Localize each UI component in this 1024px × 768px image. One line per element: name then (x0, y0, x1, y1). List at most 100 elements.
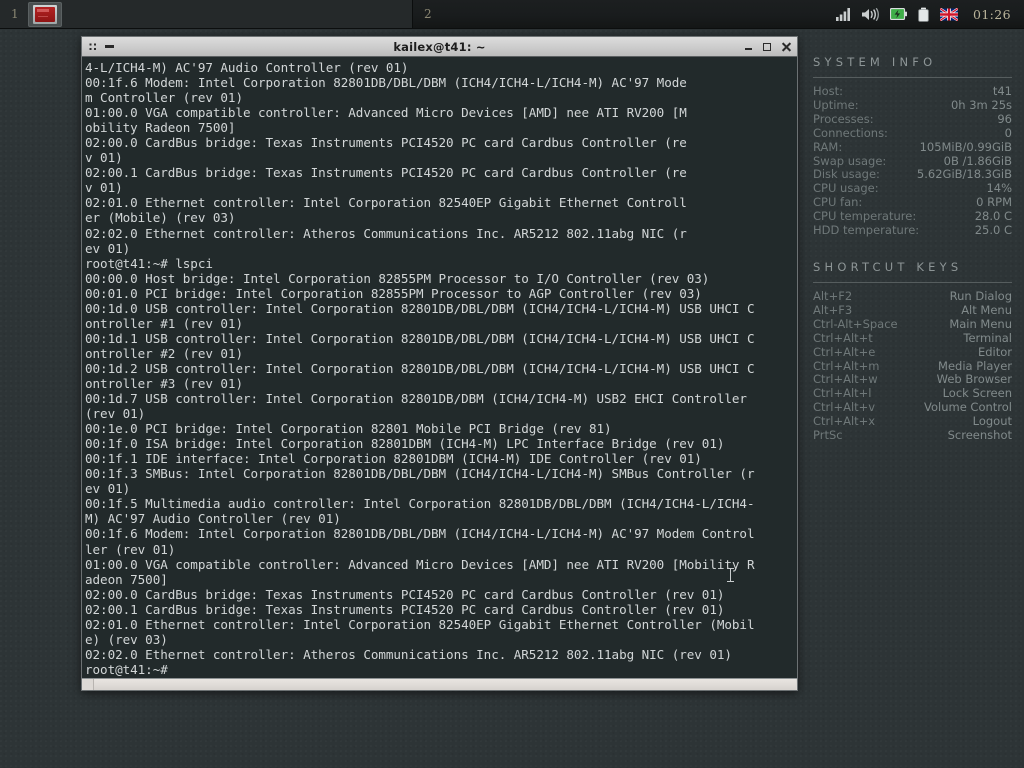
row-label: Processes: (813, 111, 874, 126)
grip-dots-icon[interactable] (89, 43, 96, 50)
shortcut-row: Ctrl+Alt+l Lock Screen (811, 386, 1014, 401)
row-label: Ctrl+Alt+e (813, 344, 876, 359)
minimize-button[interactable] (745, 47, 752, 50)
row-label: CPU usage: (813, 181, 879, 196)
row-value: 105MiB/0.99GiB (919, 139, 1012, 154)
row-value: Volume Control (924, 400, 1012, 415)
system-info-heading: SYSTEM INFO (813, 55, 937, 69)
system-tray: 01:26 (835, 7, 1024, 22)
system-info-divider (813, 77, 1012, 78)
volume-speaker-icon[interactable] (861, 7, 879, 21)
row-label: Ctrl+Alt+x (813, 414, 876, 429)
row-value: Editor (977, 344, 1012, 359)
shortcut-row: Ctrl+Alt+v Volume Control (811, 400, 1014, 415)
row-label: PrtSc (813, 428, 843, 443)
shortcut-row: Ctrl+Alt+x Logout (811, 414, 1014, 429)
workspace-1[interactable]: 1 (0, 0, 413, 28)
row-value: Logout (972, 414, 1012, 429)
shortcut-keys-divider (813, 281, 1012, 283)
window-title: kailex@t41: ~ (393, 39, 486, 54)
system-info-row: Disk usage: 5.62GiB/18.3GiB (811, 168, 1014, 182)
row-label: Ctrl+Alt+m (813, 358, 880, 373)
row-label: Ctrl+Alt+t (813, 330, 873, 345)
row-label: Ctrl-Alt+Space (813, 316, 898, 331)
row-value: Screenshot (947, 428, 1012, 443)
horizontal-scrollbar[interactable] (82, 678, 797, 690)
system-info-list: Host: t41 Uptime: 0h 3m 25s Processes: 96 C… (811, 84, 1014, 238)
shortcut-row: Ctrl+Alt+e Editor (811, 344, 1014, 360)
row-value: 0 RPM (976, 195, 1012, 210)
row-value: Media Player (938, 358, 1012, 373)
shortcut-row: PrtSc Screenshot (811, 428, 1014, 443)
row-label: Uptime: (813, 97, 859, 112)
row-value: Lock Screen (942, 386, 1012, 401)
row-label: Ctrl+Alt+w (813, 372, 878, 387)
row-label: Alt+F3 (813, 302, 853, 317)
system-info-row: CPU fan: 0 RPM (811, 195, 1014, 210)
row-value: 25.0 C (974, 223, 1012, 238)
row-label: Host: (813, 84, 844, 98)
row-value: Web Browser (936, 372, 1012, 387)
row-label: Alt+F2 (813, 288, 853, 303)
row-label: CPU temperature: (813, 209, 917, 224)
row-label: RAM: (813, 139, 843, 154)
terminal-output: 4-L/ICH4-M) AC'97 Audio Controller (rev … (85, 60, 755, 677)
system-info-row: RAM: 105MiB/0.99GiB (811, 139, 1014, 155)
maximize-button[interactable] (763, 42, 771, 51)
row-value: Terminal (963, 330, 1012, 345)
row-value: Main Menu (949, 316, 1012, 331)
row-label: HDD temperature: (813, 223, 920, 238)
shortcut-row: Ctrl-Alt+Space Main Menu (811, 316, 1014, 332)
shortcut-row: Ctrl+Alt+w Web Browser (811, 373, 1014, 387)
row-value: 5.62GiB/18.3GiB (916, 167, 1012, 182)
battery-icon[interactable] (918, 7, 929, 22)
workspace-2-number: 2 (424, 7, 433, 21)
window-controls (745, 42, 791, 51)
system-info-row: Uptime: 0h 3m 25s (811, 97, 1014, 113)
row-value: 28.0 C (974, 209, 1012, 224)
signal-bars-icon[interactable] (835, 7, 851, 21)
row-label: Ctrl+Alt+v (813, 400, 876, 415)
row-label: Ctrl+Alt+l (813, 386, 872, 401)
shortcut-keys-list: Alt+F2 Run Dialog Alt+F3 Alt Menu Ctrl-Alt… (811, 288, 1014, 443)
window-titlebar[interactable]: kailex@t41: ~ (82, 37, 797, 57)
row-value: t41 (992, 84, 1012, 98)
text-cursor-icon (727, 568, 734, 582)
workspace-1-number: 1 (11, 7, 20, 21)
system-info-row: HDD temperature: 25.0 C (811, 223, 1014, 238)
conky-system-panel: SYSTEM INFO Host: t41 Uptime: 0h 3m 25s Pr… (800, 29, 1024, 768)
terminal-window-icon (33, 4, 58, 24)
battery-charging-icon[interactable] (889, 8, 907, 20)
row-value: 0h 3m 25s (950, 97, 1012, 112)
row-label: Disk usage: (813, 167, 880, 182)
shortcut-row: Alt+F2 Run Dialog (811, 288, 1014, 304)
row-value: Run Dialog (949, 288, 1012, 303)
row-label: Connections: (813, 125, 888, 140)
shortcut-keys-heading: SHORTCUT KEYS (813, 259, 963, 274)
titlebar-left-controls (89, 43, 114, 50)
panel-spacer (811, 238, 1014, 260)
row-value: Alt Menu (961, 302, 1012, 317)
system-info-row: Host: t41 (811, 84, 1014, 99)
shortcut-row: Ctrl+Alt+t Terminal (811, 330, 1014, 346)
workspace-2[interactable]: 2 01:26 (413, 0, 1024, 28)
dash-icon[interactable] (105, 45, 114, 48)
system-info-row: Connections: 0 (811, 125, 1014, 141)
row-value: 0 (1004, 125, 1012, 140)
clock[interactable]: 01:26 (973, 7, 1011, 22)
scrollbar-thumb[interactable] (93, 679, 796, 690)
row-value: 14% (986, 181, 1012, 196)
terminal-window[interactable]: kailex@t41: ~ 4-L/ICH4-M) AC'97 Audio Co… (81, 36, 798, 691)
top-panel: 1 2 01:26 (0, 0, 1024, 29)
shortcut-row: Ctrl+Alt+m Media Player (811, 358, 1014, 374)
terminal-screen[interactable]: 4-L/ICH4-M) AC'97 Audio Controller (rev … (82, 57, 797, 678)
taskbar-item-terminal[interactable] (28, 1, 63, 27)
row-label: Swap usage: (813, 153, 887, 168)
shortcut-row: Alt+F3 Alt Menu (811, 302, 1014, 318)
system-info-row: CPU temperature: 28.0 C (811, 209, 1014, 224)
row-value: 0B /1.86GiB (943, 153, 1012, 168)
system-info-row: Swap usage: 0B /1.86GiB (811, 153, 1014, 169)
keyboard-layout-uk-flag-icon[interactable] (939, 7, 958, 21)
system-info-row: CPU usage: 14% (811, 181, 1014, 196)
close-button[interactable] (782, 42, 791, 51)
